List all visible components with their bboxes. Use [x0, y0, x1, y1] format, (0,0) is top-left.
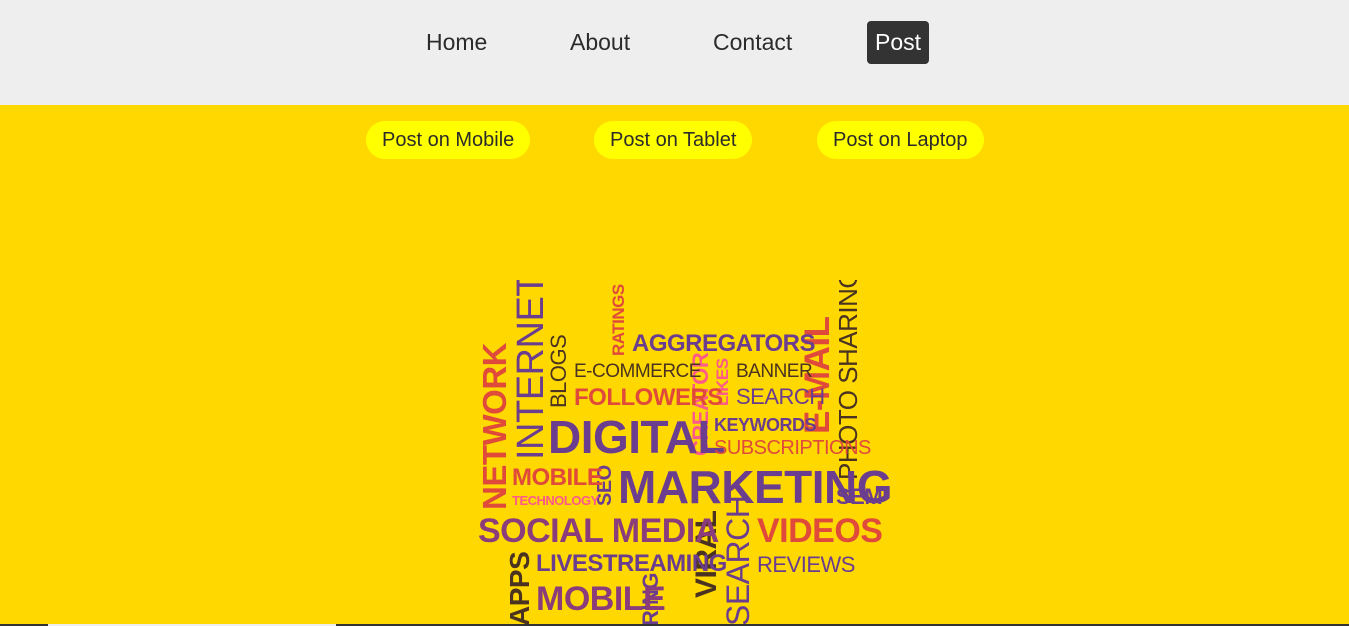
word-mobile-large: MOBILE	[536, 580, 666, 618]
top-navigation: Home About Contact Post	[0, 0, 1349, 105]
nav-home-link[interactable]: Home	[426, 21, 487, 64]
word-followers: FOLLOWERS	[574, 384, 723, 411]
word-technology: TECHNOLOGY	[512, 493, 599, 508]
word-ratings: RATINGS	[609, 284, 628, 356]
post-on-tablet-button[interactable]: Post on Tablet	[594, 121, 753, 159]
nav-post-link[interactable]: Post	[867, 21, 930, 64]
word-search-small: SEARCH	[736, 384, 825, 409]
word-social-media: SOCIAL MEDIA	[478, 512, 719, 550]
word-network: NETWORK	[476, 343, 513, 510]
word-livestreaming: LIVESTREAMING	[536, 550, 727, 577]
word-aggregators: AGGREGATORS	[632, 330, 815, 357]
digital-marketing-word-cloud-image: NETWORK INTERNET BLOGS RATINGS CREATOR L…	[470, 280, 890, 626]
nav-contact-link[interactable]: Contact	[713, 21, 792, 64]
post-on-mobile-button[interactable]: Post on Mobile	[366, 121, 531, 159]
word-reviews: REVIEWS	[757, 552, 855, 577]
word-mobile-small: MOBILE	[512, 464, 603, 491]
word-ecommerce: E-COMMERCE	[574, 361, 701, 382]
word-banner: BANNER	[736, 361, 813, 382]
word-sem: SEM	[836, 484, 883, 509]
nav-about-link[interactable]: About	[570, 21, 630, 64]
word-keywords: KEYWORDS	[714, 415, 817, 435]
word-videos: VIDEOS	[757, 512, 883, 550]
word-blogs: BLOGS	[546, 334, 571, 408]
word-subscriptions: SUBSCRIPTIONS	[714, 437, 871, 459]
word-internet: INTERNET	[510, 280, 552, 460]
word-apps: APPS	[504, 551, 535, 626]
word-digital: DIGITAL	[548, 411, 726, 463]
post-on-laptop-button[interactable]: Post on Laptop	[817, 121, 984, 159]
